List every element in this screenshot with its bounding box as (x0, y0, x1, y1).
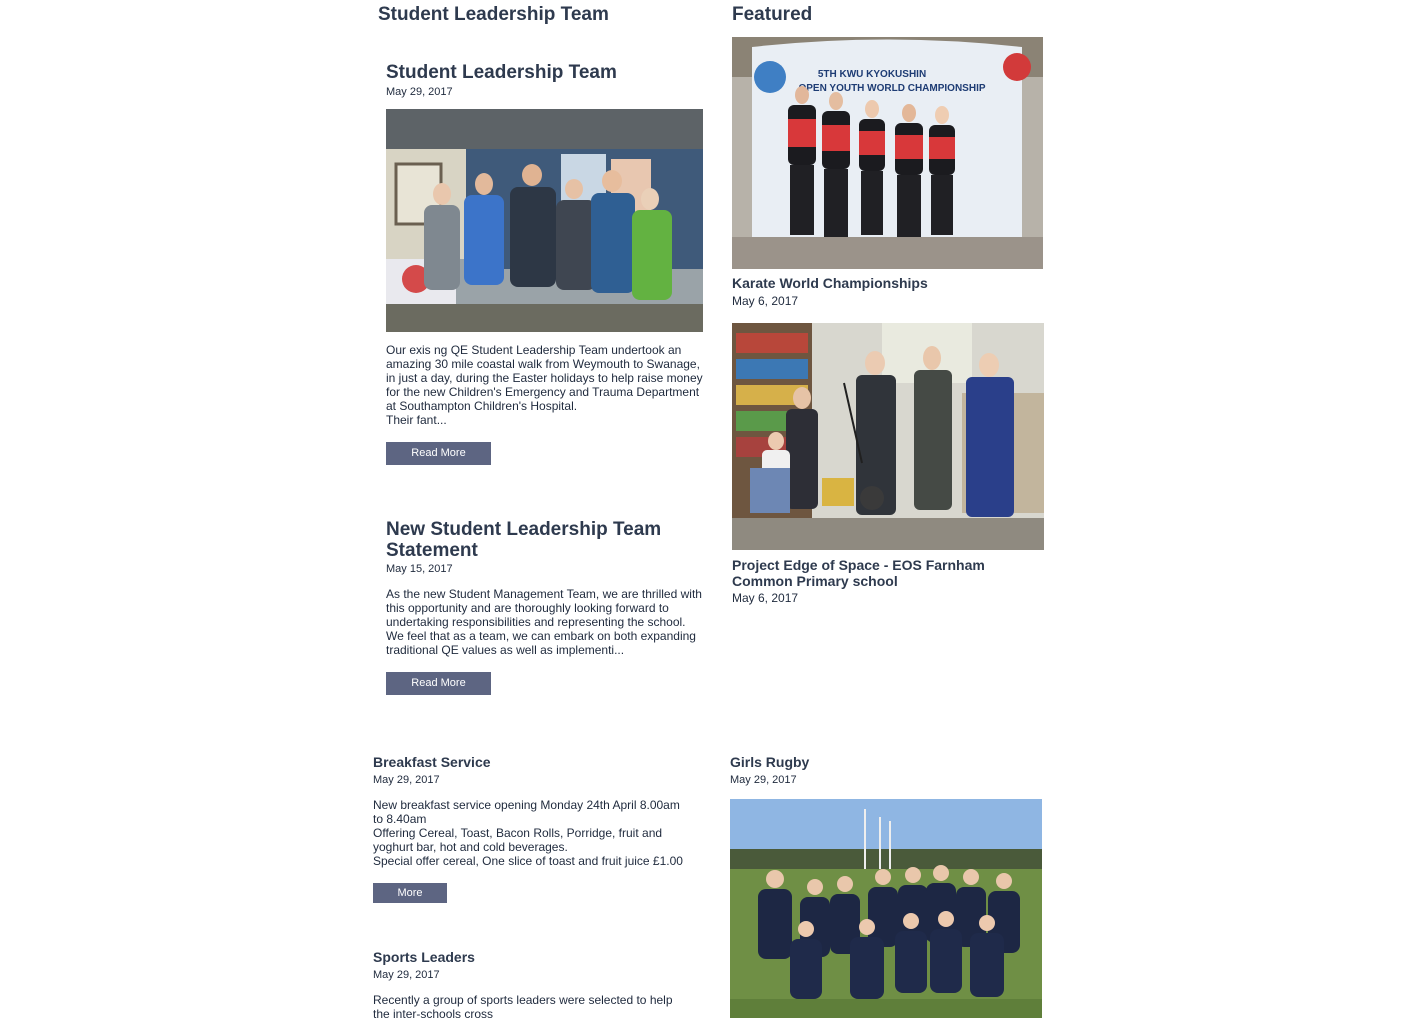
post-photo-walk-group[interactable] (386, 109, 703, 332)
featured-date: May 6, 2017 (732, 294, 799, 308)
breakfast-text: New breakfast service opening Monday 24t… (373, 798, 683, 868)
post-date: May 15, 2017 (386, 563, 453, 575)
featured-date: May 6, 2017 (732, 591, 799, 605)
featured-photo-karate[interactable]: 5TH KWU KYOKUSHIN OPEN YOUTH WORLD CHAMP… (732, 37, 1043, 269)
section-heading-featured: Featured (732, 4, 813, 25)
girls-rugby-photo[interactable] (730, 799, 1042, 1018)
post-title-new-statement-line1[interactable]: New Student Leadership Team (386, 519, 661, 540)
girls-rugby-title[interactable]: Girls Rugby (730, 754, 809, 770)
girls-rugby-date: May 29, 2017 (730, 774, 797, 786)
more-button[interactable]: More (373, 883, 447, 903)
featured-photo-eos[interactable] (732, 323, 1044, 550)
post-excerpt: Our exis ng QE Student Leadership Team u… (386, 343, 703, 427)
read-more-button[interactable]: Read More (386, 442, 491, 465)
post-excerpt: As the new Student Management Team, we a… (386, 587, 702, 657)
featured-title-eos-line1[interactable]: Project Edge of Space - EOS Farnham (732, 557, 985, 573)
featured-title-karate[interactable]: Karate World Championships (732, 275, 928, 291)
read-more-button[interactable]: Read More (386, 672, 491, 695)
breakfast-title[interactable]: Breakfast Service (373, 754, 491, 770)
post-date: May 29, 2017 (386, 86, 453, 98)
post-title-student-leadership[interactable]: Student Leadership Team (386, 62, 617, 83)
banner-text-line2: OPEN YOUTH WORLD CHAMPIONSHIP (798, 83, 985, 94)
post-title-new-statement-line2[interactable]: Statement (386, 540, 478, 561)
featured-title-eos-line2[interactable]: Common Primary school (732, 573, 898, 589)
sports-leaders-date: May 29, 2017 (373, 969, 440, 981)
section-heading-student-leadership: Student Leadership Team (378, 4, 609, 25)
banner-text-line1: 5TH KWU KYOKUSHIN (818, 69, 926, 80)
sports-leaders-title[interactable]: Sports Leaders (373, 949, 475, 965)
breakfast-date: May 29, 2017 (373, 774, 440, 786)
sports-leaders-text: Recently a group of sports leaders were … (373, 993, 673, 1021)
